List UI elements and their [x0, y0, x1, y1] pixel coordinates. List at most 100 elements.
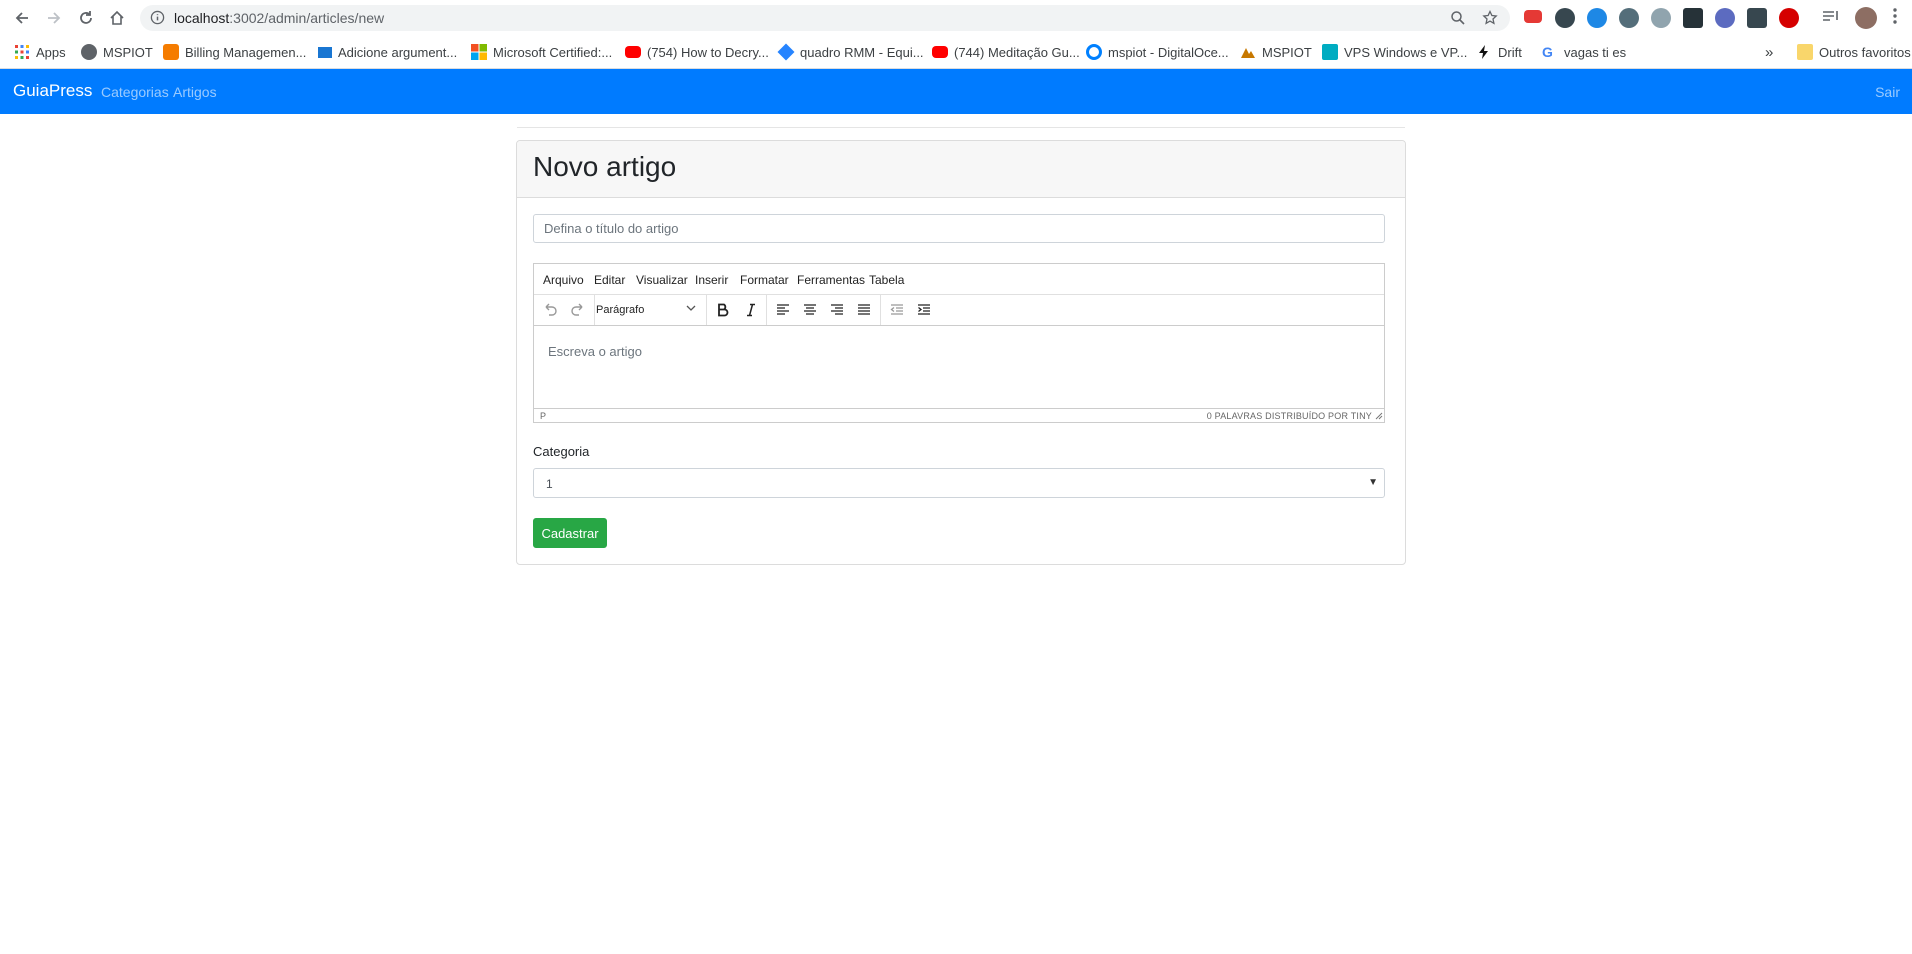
zoom-icon[interactable] [1450, 10, 1466, 31]
url-text: localhost:3002/admin/articles/new [174, 10, 385, 26]
mountain-icon [1240, 44, 1256, 60]
align-justify-icon[interactable] [852, 298, 876, 322]
submit-button[interactable]: Cadastrar [533, 518, 607, 548]
bookmark-label: Drift [1498, 44, 1522, 60]
browser-toolbar: localhost:3002/admin/articles/new [0, 0, 1912, 36]
bookmark-vagas[interactable]: G vagas ti es [1542, 42, 1626, 62]
toolbar-separator [706, 295, 707, 325]
bookmark-microsoft[interactable]: Microsoft Certified:... [471, 42, 612, 62]
menu-arquivo[interactable]: Arquivo [543, 273, 584, 287]
category-select[interactable]: 1 ▼ [533, 468, 1385, 498]
home-icon[interactable] [105, 6, 129, 30]
globe-icon [81, 44, 97, 60]
media-queue-icon[interactable] [1822, 8, 1842, 28]
card-header: Novo artigo [517, 141, 1405, 198]
extension-e-icon[interactable] [1555, 8, 1575, 28]
logout-link[interactable]: Sair [1875, 84, 1900, 100]
bookmark-digitalocean[interactable]: mspiot - DigitalOce... [1086, 42, 1229, 62]
bookmark-mspiot-2[interactable]: MSPIOT [1240, 42, 1312, 62]
bookmark-mspiot[interactable]: MSPIOT [81, 42, 153, 62]
extension-check-icon[interactable] [1715, 8, 1735, 28]
app-navbar: GuiaPress Categorias Artigos Sair [0, 69, 1912, 114]
youtube-icon [932, 46, 948, 58]
nav-link-artigos[interactable]: Artigos [173, 84, 217, 100]
menu-ferramentas[interactable]: Ferramentas [797, 273, 865, 287]
bookmark-apps[interactable]: Apps [14, 42, 66, 62]
youtube-icon [625, 46, 641, 58]
apps-grid-icon [14, 44, 30, 60]
bookmark-label: quadro RMM - Equi... [800, 44, 924, 60]
extension-cloud-icon[interactable] [1587, 8, 1607, 28]
extension-news-icon[interactable] [1683, 8, 1703, 28]
indent-icon[interactable] [912, 298, 936, 322]
bold-icon[interactable] [711, 298, 735, 322]
youtube-extension-icon[interactable] [1524, 10, 1542, 23]
bookmarks-bar: Apps MSPIOT Billing Managemen... Adicion… [0, 36, 1912, 69]
bookmark-youtube-744[interactable]: (744) Meditação Gu... [932, 42, 1080, 62]
address-bar[interactable]: localhost:3002/admin/articles/new [140, 5, 1510, 31]
chevron-down-icon [686, 303, 696, 316]
bookmark-label: (754) How to Decry... [647, 44, 769, 60]
page-title: Novo artigo [533, 151, 677, 182]
new-article-card: Novo artigo Arquivo Editar Visualizar In… [516, 140, 1406, 565]
bookmark-label: (744) Meditação Gu... [954, 44, 1080, 60]
bookmark-vps[interactable]: VPS Windows e VP... [1322, 42, 1467, 62]
back-arrow-icon[interactable] [10, 6, 34, 30]
bookmark-label: Billing Managemen... [185, 44, 307, 60]
bookmark-drift[interactable]: Drift [1476, 42, 1522, 62]
italic-icon[interactable] [739, 298, 763, 322]
divider [517, 127, 1405, 128]
brand-link[interactable]: GuiaPress [13, 81, 92, 101]
bookmark-youtube-754[interactable]: (754) How to Decry... [625, 42, 769, 62]
redo-icon[interactable] [566, 298, 590, 322]
extension-stop-icon[interactable] [1779, 8, 1799, 28]
bookmark-label: Adicione argument... [338, 44, 458, 60]
menu-formatar[interactable]: Formatar [740, 273, 789, 287]
jira-icon [777, 43, 795, 61]
box-icon [163, 44, 179, 60]
outdent-icon[interactable] [885, 298, 909, 322]
resize-handle-icon[interactable] [1375, 412, 1383, 422]
video-icon [318, 46, 332, 58]
align-right-icon[interactable] [825, 298, 849, 322]
article-title-input[interactable] [533, 214, 1385, 243]
extension-selenium-icon[interactable] [1747, 8, 1767, 28]
forward-arrow-icon[interactable] [42, 6, 66, 30]
reload-icon[interactable] [74, 6, 98, 30]
bookmark-label: Apps [36, 44, 66, 60]
bookmark-label: Microsoft Certified:... [493, 44, 613, 60]
block-format-value: Parágrafo [596, 304, 645, 316]
google-icon: G [1542, 44, 1553, 60]
extension-sync-icon[interactable] [1619, 8, 1639, 28]
editor-statusbar: P 0 PALAVRAS DISTRIBUÍDO POR TINY [534, 408, 1384, 423]
bookmark-label: VPS Windows e VP... [1344, 44, 1468, 60]
bookmark-quadro-rmm[interactable]: quadro RMM - Equi... [777, 42, 924, 62]
align-center-icon[interactable] [798, 298, 822, 322]
bookmark-other-favorites[interactable]: Outros favoritos [1797, 42, 1911, 62]
profile-avatar[interactable] [1855, 7, 1877, 29]
bookmark-label: MSPIOT [103, 44, 153, 60]
align-left-icon[interactable] [771, 298, 795, 322]
bookmark-billing[interactable]: Billing Managemen... [163, 42, 306, 62]
menu-inserir[interactable]: Inserir [695, 273, 728, 287]
star-icon[interactable] [1482, 9, 1498, 31]
menu-editar[interactable]: Editar [594, 273, 625, 287]
editor-toolbar: Parágrafo [534, 295, 1384, 326]
menu-visualizar[interactable]: Visualizar [636, 273, 688, 287]
undo-icon[interactable] [538, 298, 562, 322]
menu-tabela[interactable]: Tabela [869, 273, 904, 287]
extension-feather-icon[interactable] [1651, 8, 1671, 28]
element-path[interactable]: P [540, 411, 546, 421]
browser-menu-icon[interactable] [1892, 7, 1912, 27]
block-format-select[interactable]: Parágrafo [596, 298, 702, 322]
bookmark-label: vagas ti es [1564, 44, 1627, 60]
bookmarks-overflow-button[interactable]: » [1765, 42, 1773, 62]
bookmark-adicione[interactable]: Adicione argument... [318, 42, 457, 62]
nav-link-categorias[interactable]: Categorias [101, 84, 169, 100]
toolbar-separator [766, 295, 767, 325]
server-icon [1322, 44, 1338, 60]
site-info-icon[interactable] [150, 10, 165, 30]
editor-content-area[interactable]: Escreva o artigo [548, 344, 642, 359]
editor-menubar: Arquivo Editar Visualizar Inserir Format… [534, 264, 1384, 295]
toolbar-separator [880, 295, 881, 325]
